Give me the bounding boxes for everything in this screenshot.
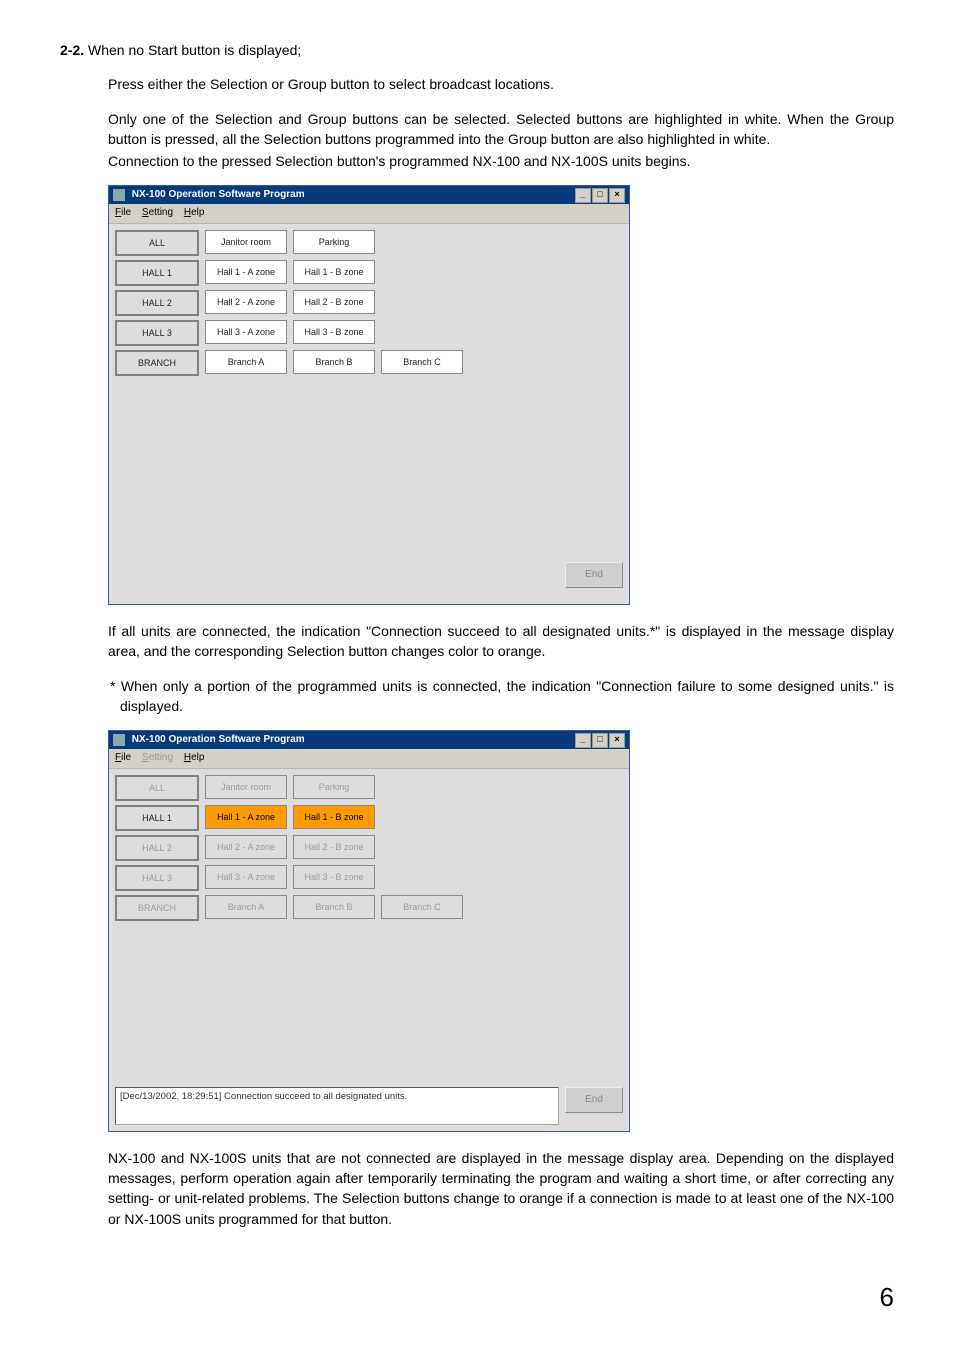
window-title: NX-100 Operation Software Program [132, 734, 305, 745]
sel-bb-disabled: Branch B [293, 895, 375, 919]
sel-h2b[interactable]: Hall 2 - B zone [293, 290, 375, 314]
sel-parking-disabled: Parking [293, 775, 375, 799]
menu-help[interactable]: Help [184, 752, 205, 763]
menu-help[interactable]: Help [184, 207, 205, 218]
menu-bar: File Setting Help [109, 204, 629, 224]
button-area: ALL Janitor room Parking HALL 1 Hall 1 -… [109, 224, 629, 556]
app-window-1: NX-100 Operation Software Program _ □ × … [108, 185, 630, 605]
page-number: 6 [60, 1279, 894, 1317]
window-controls: _ □ × [575, 733, 625, 748]
app-icon [113, 189, 125, 201]
sel-bb[interactable]: Branch B [293, 350, 375, 374]
group-hall2[interactable]: HALL 2 [115, 290, 199, 316]
titlebar: NX-100 Operation Software Program _ □ × [109, 186, 629, 204]
menu-file[interactable]: File [115, 207, 131, 218]
group-hall1[interactable]: HALL 1 [115, 805, 199, 831]
window-title: NX-100 Operation Software Program [132, 189, 305, 200]
maximize-button[interactable]: □ [592, 733, 608, 748]
sel-ba-disabled: Branch A [205, 895, 287, 919]
message-area: [Dec/13/2002, 18:29:51] Connection succe… [115, 1087, 559, 1125]
sel-bc[interactable]: Branch C [381, 350, 463, 374]
minimize-button[interactable]: _ [575, 733, 591, 748]
sel-h1a-active[interactable]: Hall 1 - A zone [205, 805, 287, 829]
paragraph-2: Only one of the Selection and Group butt… [108, 109, 894, 150]
group-all-disabled: ALL [115, 775, 199, 801]
section-title: When no Start button is displayed; [88, 42, 301, 58]
sel-h3b-disabled: Hall 3 - B zone [293, 865, 375, 889]
sel-bc-disabled: Branch C [381, 895, 463, 919]
sel-parking[interactable]: Parking [293, 230, 375, 254]
bottom-bar: [Dec/13/2002, 18:29:51] Connection succe… [109, 1081, 629, 1131]
sel-h3b[interactable]: Hall 3 - B zone [293, 320, 375, 344]
window-controls: _ □ × [575, 188, 625, 203]
sel-h1b[interactable]: Hall 1 - B zone [293, 260, 375, 284]
paragraph-5-note: * When only a portion of the programmed … [120, 676, 894, 717]
paragraph-3: Connection to the pressed Selection butt… [108, 151, 894, 171]
sel-h2a-disabled: Hall 2 - A zone [205, 835, 287, 859]
menu-setting[interactable]: Setting [142, 207, 173, 218]
sel-h2a[interactable]: Hall 2 - A zone [205, 290, 287, 314]
close-button[interactable]: × [609, 733, 625, 748]
empty-area [115, 380, 623, 550]
paragraph-1: Press either the Selection or Group butt… [108, 74, 894, 94]
group-all[interactable]: ALL [115, 230, 199, 256]
maximize-button[interactable]: □ [592, 188, 608, 203]
paragraph-4: If all units are connected, the indicati… [108, 621, 894, 662]
sel-janitor[interactable]: Janitor room [205, 230, 287, 254]
button-area: ALL Janitor room Parking HALL 1 Hall 1 -… [109, 769, 629, 1081]
menu-setting-disabled: Setting [142, 752, 173, 763]
sel-h1b-active[interactable]: Hall 1 - B zone [293, 805, 375, 829]
menu-bar: File Setting Help [109, 749, 629, 769]
menu-file[interactable]: File [115, 752, 131, 763]
sel-h1a[interactable]: Hall 1 - A zone [205, 260, 287, 284]
paragraph-6: NX-100 and NX-100S units that are not co… [108, 1148, 894, 1229]
group-branch[interactable]: BRANCH [115, 350, 199, 376]
minimize-button[interactable]: _ [575, 188, 591, 203]
sel-ba[interactable]: Branch A [205, 350, 287, 374]
section-heading: 2-2. When no Start button is displayed; [60, 40, 894, 60]
message-area-empty [115, 562, 559, 598]
close-button[interactable]: × [609, 188, 625, 203]
sel-h2b-disabled: Hall 2 - B zone [293, 835, 375, 859]
end-button[interactable]: End [565, 1087, 623, 1113]
empty-area [115, 925, 623, 1075]
group-branch-disabled: BRANCH [115, 895, 199, 921]
sel-h3a[interactable]: Hall 3 - A zone [205, 320, 287, 344]
titlebar: NX-100 Operation Software Program _ □ × [109, 731, 629, 749]
group-hall2-disabled: HALL 2 [115, 835, 199, 861]
sel-h3a-disabled: Hall 3 - A zone [205, 865, 287, 889]
end-button[interactable]: End [565, 562, 623, 588]
bottom-bar: End [109, 556, 629, 604]
group-hall3[interactable]: HALL 3 [115, 320, 199, 346]
group-hall3-disabled: HALL 3 [115, 865, 199, 891]
app-window-2: NX-100 Operation Software Program _ □ × … [108, 730, 630, 1132]
section-number: 2-2. [60, 42, 84, 58]
sel-janitor-disabled: Janitor room [205, 775, 287, 799]
app-icon [113, 734, 125, 746]
group-hall1[interactable]: HALL 1 [115, 260, 199, 286]
